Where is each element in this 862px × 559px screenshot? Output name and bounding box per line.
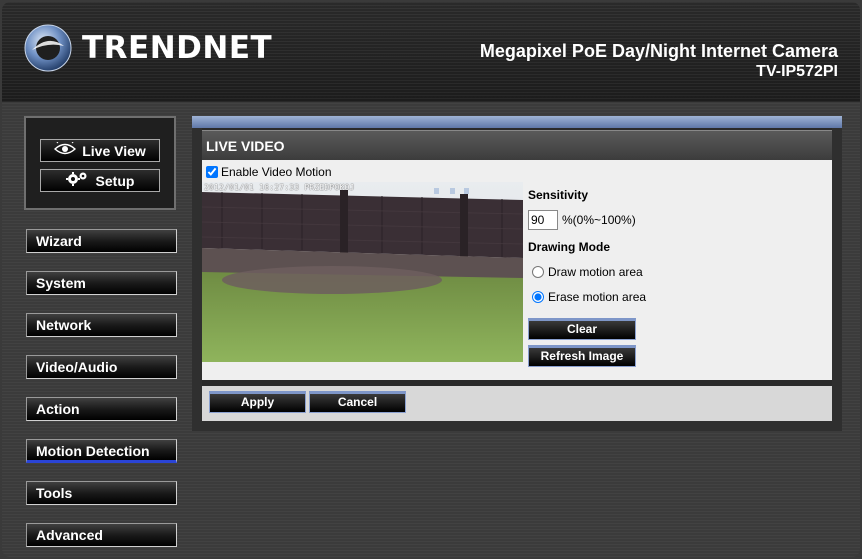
draw-area-radio[interactable] — [532, 266, 544, 278]
menu-item-label: System — [36, 275, 86, 291]
menu-item-label: Advanced — [36, 527, 103, 543]
eye-icon — [54, 140, 77, 159]
refresh-image-button[interactable]: Refresh Image — [528, 345, 636, 367]
sensitivity-row: %(0%~100%) — [528, 210, 828, 230]
video-preview[interactable]: 2012/01/01 16:27:33 PRZEDPOKOJ — [202, 182, 523, 362]
menu-item-label: Motion Detection — [36, 443, 150, 459]
menu-item-wizard[interactable]: Wizard — [26, 229, 177, 253]
menu-item-motion-detection[interactable]: Motion Detection — [26, 439, 177, 463]
section-title: LIVE VIDEO — [202, 130, 832, 160]
app-frame: TRENDNET Megapixel PoE Day/Night Interne… — [2, 2, 860, 557]
menu-item-label: Tools — [36, 485, 73, 501]
main-panel: LIVE VIDEO Enable Video Motion 2012/01/0… — [192, 116, 842, 431]
erase-area-option[interactable]: Erase motion area — [528, 290, 828, 304]
setup-button[interactable]: Setup — [40, 169, 160, 192]
erase-area-label: Erase motion area — [548, 290, 647, 304]
menu-item-label: Action — [36, 401, 80, 417]
menu-item-label: Wizard — [36, 233, 82, 249]
brand-name: TRENDNET — [82, 30, 273, 66]
menu-item-advanced[interactable]: Advanced — [26, 523, 177, 547]
apply-button[interactable]: Apply — [209, 391, 306, 413]
view-switcher: Live View Setup — [24, 116, 176, 210]
video-timestamp: 2012/01/01 16:27:33 PRZEDPOKOJ — [204, 183, 355, 192]
menu-item-label: Network — [36, 317, 92, 333]
drawing-mode-label: Drawing Mode — [528, 240, 611, 254]
menu-item-label: Video/Audio — [36, 359, 118, 375]
video-image — [202, 182, 523, 362]
action-bar: Apply Cancel — [202, 386, 832, 421]
enable-motion-checkbox[interactable] — [206, 166, 218, 178]
product-title: Megapixel PoE Day/Night Internet Camera — [479, 41, 838, 61]
sensitivity-input[interactable] — [528, 210, 558, 230]
setup-label: Setup — [95, 172, 135, 189]
content-area: Enable Video Motion 2012/01/01 16:27:33 … — [202, 160, 832, 380]
menu-item-action[interactable]: Action — [26, 397, 177, 421]
model-title: TV-IP572PI — [756, 63, 838, 80]
draw-area-label: Draw motion area — [548, 265, 643, 279]
sensitivity-label: Sensitivity — [528, 188, 589, 202]
cancel-button[interactable]: Cancel — [309, 391, 406, 413]
live-view-button[interactable]: Live View — [40, 139, 160, 162]
panel-inner: LIVE VIDEO Enable Video Motion 2012/01/0… — [202, 128, 832, 421]
clear-button[interactable]: Clear — [528, 318, 636, 340]
sensitivity-range: %(0%~100%) — [562, 213, 636, 227]
menu-item-tools[interactable]: Tools — [26, 481, 177, 505]
menu-item-network[interactable]: Network — [26, 313, 177, 337]
enable-motion-checkbox-row[interactable]: Enable Video Motion — [206, 165, 332, 179]
gears-icon — [65, 171, 90, 190]
motion-controls: Sensitivity %(0%~100%) Drawing Mode Draw… — [528, 188, 828, 304]
menu-item-system[interactable]: System — [26, 271, 177, 295]
erase-area-radio[interactable] — [532, 291, 544, 303]
menu-item-video-audio[interactable]: Video/Audio — [26, 355, 177, 379]
header: TRENDNET Megapixel PoE Day/Night Interne… — [2, 2, 860, 102]
trendnet-logo-icon — [24, 24, 72, 72]
enable-motion-label: Enable Video Motion — [221, 165, 332, 179]
draw-area-option[interactable]: Draw motion area — [528, 265, 828, 279]
brand-logo: TRENDNET — [24, 24, 272, 72]
live-view-label: Live View — [82, 142, 146, 159]
title-block: Megapixel PoE Day/Night Internet Camera … — [480, 40, 838, 82]
panel-top-bar — [192, 116, 842, 128]
